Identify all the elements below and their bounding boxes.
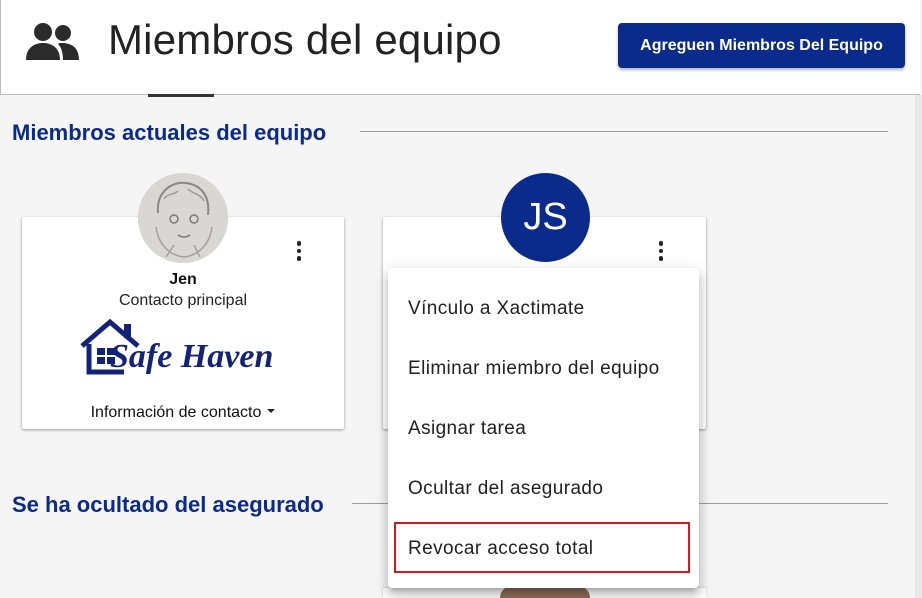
safe-haven-logo-text: Safe Haven <box>110 338 274 375</box>
page-header: Miembros del equipo Agreguen Miembros De… <box>0 0 920 95</box>
avatar-sketch-image <box>138 173 228 263</box>
team-members-page: Miembros del equipo Agreguen Miembros De… <box>0 0 922 598</box>
current-members-heading: Miembros actuales del equipo <box>12 120 327 145</box>
member-name: Jen <box>169 271 197 288</box>
avatar: JS <box>501 173 590 262</box>
contact-info-dropdown[interactable]: Información de contacto <box>22 404 344 422</box>
page-title: Miembros del equipo <box>108 16 502 63</box>
menu-item-link-xactimate[interactable]: Vínculo a Xactimate <box>408 298 585 320</box>
caret-down-icon <box>267 408 276 413</box>
more-options-icon[interactable] <box>287 239 311 263</box>
menu-item-assign-task[interactable]: Asignar tarea <box>408 418 526 440</box>
section-divider <box>360 131 888 132</box>
scrolled-content-edge <box>148 94 214 97</box>
avatar <box>138 173 228 263</box>
member-role: Contacto principal <box>118 292 248 309</box>
more-options-icon[interactable] <box>649 239 673 263</box>
hidden-members-heading: Se ha ocultado del asegurado <box>12 492 324 517</box>
contact-info-label: Información de contacto <box>90 404 262 421</box>
menu-item-remove-member[interactable]: Eliminar miembro del equipo <box>408 358 660 380</box>
highlight-annotation <box>394 522 690 573</box>
team-icon <box>26 23 79 60</box>
scrollbar[interactable] <box>915 95 922 598</box>
menu-item-hide-from-insured[interactable]: Ocultar del asegurado <box>408 478 603 500</box>
add-team-members-button[interactable]: Agreguen Miembros Del Equipo <box>618 23 905 68</box>
